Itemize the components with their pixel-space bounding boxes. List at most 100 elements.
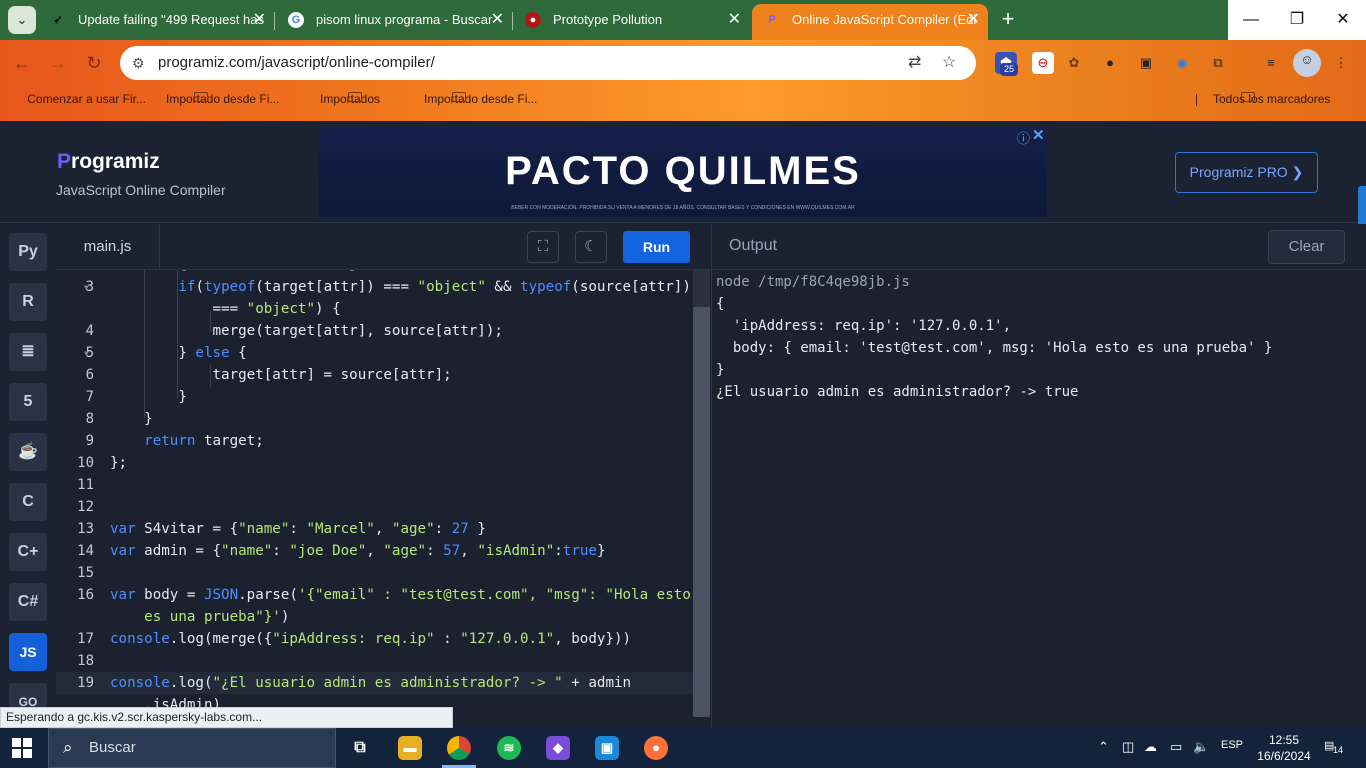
python-icon[interactable]: Py [9,233,47,271]
close-icon[interactable]: ✕ [967,4,980,36]
bookmark-item[interactable]: ● Comenzar a usar Fir... [14,92,146,106]
fold-icon[interactable]: ▼ [84,283,89,292]
code-line: } else { [110,345,247,361]
bookmark-label: Todos los marcadores [1213,92,1331,106]
windows-start-icon[interactable] [12,738,32,758]
taskbar-search-input[interactable]: ⌕ Buscar [48,728,336,768]
code-editor[interactable]: 3 ▼ 4 5 ▼ 6 7 8 9 10 11 12 13 14 15 16 1… [56,270,710,728]
obsidian-icon[interactable]: ◆ [546,736,570,760]
browser-tab[interactable]: G pisom linux programa - Buscar ✕ [276,4,512,40]
line-number: 9 [85,433,94,449]
chevron-up-icon[interactable]: ⌃ [1098,739,1109,755]
chrome-icon[interactable] [447,736,471,760]
logo-text: rogramiz [71,150,160,173]
java-icon[interactable]: ☕ [9,433,47,471]
bookmark-folder[interactable]: Importado desde Fi... [424,92,537,106]
tab-search-button[interactable]: ⌄ [8,6,36,34]
address-bar[interactable]: ⚙ programiz.com/javascript/online-compil… [120,46,976,80]
file-explorer-icon[interactable]: ▬ [398,736,422,760]
translate-icon[interactable]: ⇄ [908,46,921,80]
reading-list-icon[interactable]: ≡ [1260,52,1282,74]
close-window-button[interactable]: ✕ [1320,0,1366,40]
onedrive-icon[interactable]: ☁ [1144,739,1157,755]
r-icon[interactable]: R [9,283,47,321]
output-line: ¿El usuario admin es administrador? -> t… [716,384,1079,400]
incognito-icon[interactable]: ● [1099,52,1121,74]
adblock-icon[interactable]: ⊖ [1032,52,1054,74]
page-subtitle: JavaScript Online Compiler [56,182,226,198]
line-number: 6 [85,367,94,383]
bookmark-star-icon[interactable]: ☆ [942,46,956,80]
hacktricks-icon: ● [525,12,541,28]
site-info-icon[interactable]: ⚙ [132,46,145,80]
csharp-icon[interactable]: C# [9,583,47,621]
notification-icon[interactable]: ▤ 14 [1324,739,1344,757]
browser-tab-active[interactable]: P Online JavaScript Compiler (Edi ✕ [752,4,988,40]
new-tab-button[interactable]: + [995,6,1021,32]
all-bookmarks-folder[interactable]: Todos los marcadores [1213,92,1330,106]
back-button[interactable]: ← [11,52,33,74]
extension-icon[interactable]: ✿ [1063,52,1085,74]
advertisement-banner[interactable]: PACTO QUILMES BEBER CON MODERACIÓN. PROH… [319,127,1047,217]
bookmark-folder[interactable]: Importado desde Fi... [166,92,279,106]
ad-headline: PACTO QUILMES [505,149,861,193]
clock[interactable]: 12:55 16/6/2024 [1256,732,1312,764]
code-line: var admin = {"name": "joe Doe", "age": 5… [110,543,606,559]
meet-icon[interactable]: ◫ [1122,739,1134,755]
browser-tab[interactable]: ● Prototype Pollution ✕ [513,4,749,40]
minimize-button[interactable]: — [1228,0,1274,40]
line-gutter: 3 ▼ 4 5 ▼ 6 7 8 9 10 11 12 13 14 15 16 1… [56,270,102,728]
menu-icon[interactable]: ⋮ [1330,52,1352,74]
avatar[interactable]: ☺ [1293,49,1321,77]
ad-close-icon[interactable]: ✕ [1032,126,1045,144]
spotify-icon[interactable]: ≋ [497,736,521,760]
forward-button[interactable]: → [47,52,69,74]
folder-icon [1241,92,1255,102]
code-line: console.log("¿El usuario admin es admini… [110,675,632,691]
line-number: 17 [77,631,94,647]
browser-tab[interactable]: ➶ Update failing "499 Request has ✕ [38,4,274,40]
clear-button[interactable]: Clear [1268,230,1345,264]
extension-badge: 25 [1000,63,1018,76]
ad-info-icon[interactable]: ⓘ [1017,128,1030,147]
restore-button[interactable]: ❐ [1274,0,1320,40]
line-number: 19 [77,675,94,691]
folder-icon [194,92,208,102]
virtualbox-icon[interactable]: ▣ [595,736,619,760]
close-icon[interactable]: ✕ [728,4,741,36]
sql-icon[interactable]: ≣ [9,333,47,371]
editor-scrollbar[interactable] [693,307,710,717]
theme-toggle-icon[interactable]: ☾ [575,231,607,263]
programiz-pro-button[interactable]: Programiz PRO ❯ [1175,152,1318,193]
reload-button[interactable]: ↻ [83,52,105,74]
url-text: programiz.com/javascript/online-compiler… [158,54,435,71]
close-icon[interactable]: ✕ [491,4,504,36]
close-icon[interactable]: ✕ [253,4,266,36]
puzzle-icon[interactable]: ⧉ [1207,52,1229,74]
cpp-icon[interactable]: C+ [9,533,47,571]
chrome-icon[interactable]: ◉ [1171,52,1193,74]
image-icon[interactable]: ▣ [1135,52,1157,74]
programiz-logo[interactable]: Programiz [57,150,160,174]
run-button[interactable]: Run [623,231,690,263]
language-indicator[interactable]: ESP [1221,739,1243,751]
scrollbar-track [693,270,710,307]
notification-count: 14 [1333,745,1344,755]
javascript-icon[interactable]: JS [9,633,47,671]
volume-icon[interactable]: 🔈 [1193,739,1209,755]
file-tab[interactable]: main.js [56,224,160,270]
c-icon[interactable]: C [9,483,47,521]
fullscreen-icon[interactable]: ⛶ [527,231,559,263]
output-line: } [716,362,725,378]
bookmark-label: Comenzar a usar Fir... [27,92,146,106]
line-number: 12 [77,499,94,515]
fold-icon[interactable]: ▼ [84,349,89,358]
code-line: return target; [144,433,264,449]
browser-status-bar: Esperando a gc.kis.v2.scr.kaspersky-labs… [0,707,453,728]
line-number: 18 [77,653,94,669]
bookmark-folder[interactable]: Importados [320,92,380,106]
html5-icon[interactable]: 5 [9,383,47,421]
network-icon[interactable]: ▭ [1170,739,1182,755]
task-view-icon[interactable]: ⧉ [348,736,372,760]
firefox-icon[interactable]: ● [644,736,668,760]
